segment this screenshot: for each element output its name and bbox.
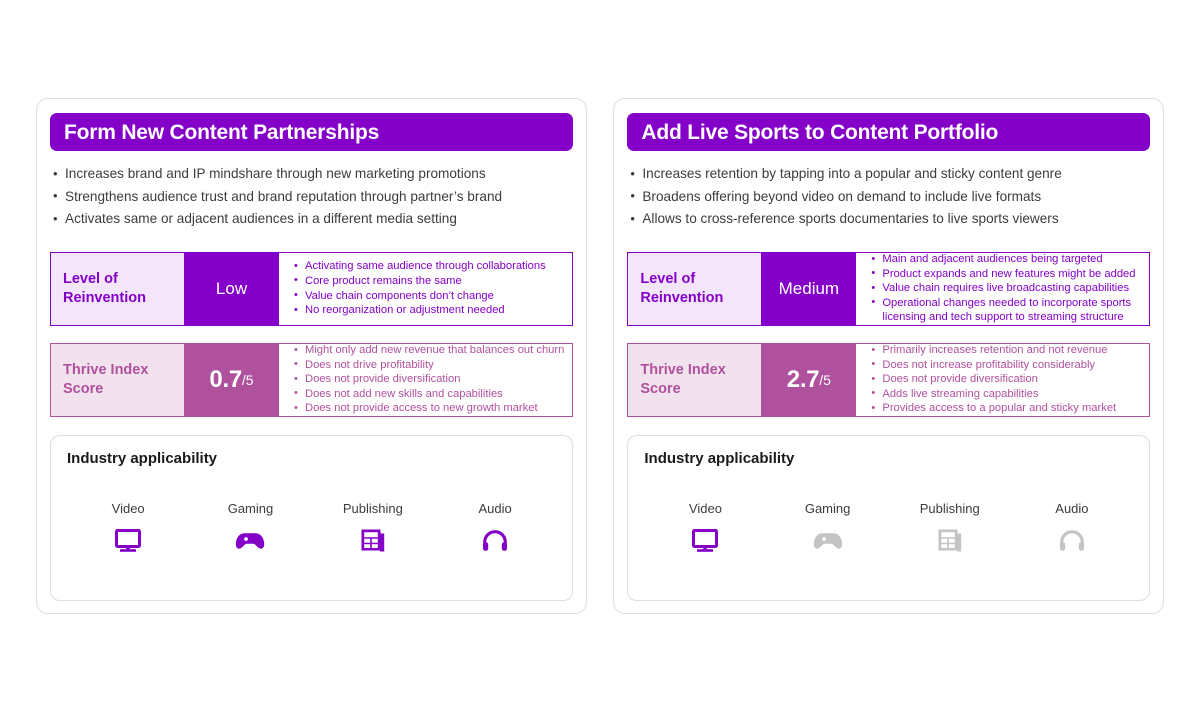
- industry-applicability-panel: Industry applicability Video Gaming Publ…: [627, 434, 1150, 601]
- label-line-1: Thrive Index: [640, 361, 726, 378]
- detail-item: Operational changes needed to incorporat…: [870, 295, 1141, 325]
- level-of-reinvention-value: Medium: [761, 252, 857, 325]
- benefit-item: Activates same or adjacent audiences in …: [53, 208, 574, 231]
- industry-applicability-title: Industry applicability: [644, 449, 795, 467]
- gamepad-icon: [195, 526, 305, 556]
- thrive-index-score-details: Might only add new revenue that balances…: [279, 343, 573, 416]
- industry-item-video[interactable]: Video: [73, 501, 183, 556]
- card-title-bar: Form New Content Partnerships: [50, 113, 574, 151]
- detail-item: Does not provide access to new growth ma…: [293, 401, 564, 416]
- detail-item: Activating same audience through collabo…: [293, 259, 564, 274]
- industry-item-publishing[interactable]: Publishing: [895, 501, 1005, 556]
- detail-item: Does not provide diversification: [293, 372, 564, 387]
- benefit-list: Increases brand and IP mindshare through…: [53, 163, 574, 231]
- detail-item: Value chain components don’t change: [293, 288, 564, 304]
- thrive-index-score-row: Thrive Index Score 2.7/5 Primarily incre…: [627, 342, 1150, 417]
- industry-applicability-panel: Industry applicability Video Gaming Publ…: [50, 434, 574, 601]
- industry-item-gaming[interactable]: Gaming: [195, 501, 305, 556]
- detail-item: Might only add new revenue that balances…: [293, 343, 564, 358]
- detail-item: Primarily increases retention and not re…: [870, 343, 1141, 358]
- industry-icon-grid: Video Gaming Publishing Audio: [67, 501, 556, 556]
- label-line-1: Thrive Index: [63, 361, 149, 378]
- industry-item-label: Audio: [478, 500, 512, 516]
- card-title: Add Live Sports to Content Portfolio: [641, 120, 999, 144]
- headphones-icon: [1017, 526, 1127, 556]
- benefit-list: Increases retention by tapping into a po…: [630, 163, 1151, 231]
- label-line-1: Level of: [640, 270, 696, 287]
- detail-item: Main and adjacent audiences being target…: [870, 252, 1141, 267]
- label-line-2: Score: [63, 380, 104, 397]
- newspaper-icon: [318, 526, 428, 556]
- level-of-reinvention-details: Activating same audience through collabo…: [279, 252, 573, 325]
- industry-item-label: Video: [111, 500, 145, 516]
- detail-item: Provides access to a popular and sticky …: [870, 401, 1141, 416]
- industry-item-label: Video: [688, 500, 722, 516]
- comparison-board: Form New Content Partnerships Increases …: [0, 0, 1200, 720]
- industry-icon-grid: Video Gaming Publishing Audio: [644, 501, 1133, 556]
- benefit-item: Allows to cross-reference sports documen…: [630, 208, 1151, 231]
- label-line-1: Level of: [63, 270, 118, 287]
- industry-item-label: Gaming: [804, 500, 851, 516]
- monitor-icon: [650, 526, 760, 556]
- thrive-index-score-label: Thrive Index Score: [628, 343, 762, 416]
- detail-item: Value chain requires live broadcasting c…: [870, 281, 1141, 296]
- detail-item: No reorganization or adjustment needed: [293, 303, 564, 318]
- detail-item: Adds live streaming capabilities: [870, 386, 1141, 402]
- industry-item-publishing[interactable]: Publishing: [318, 501, 428, 556]
- score-number: 2.7: [786, 365, 820, 393]
- monitor-icon: [73, 526, 183, 556]
- level-of-reinvention-label: Level of Reinvention: [628, 252, 762, 325]
- industry-item-label: Gaming: [227, 500, 274, 516]
- level-of-reinvention-row: Level of Reinvention Low Activating same…: [50, 251, 574, 326]
- level-of-reinvention-details: Main and adjacent audiences being target…: [856, 252, 1149, 325]
- industry-item-label: Audio: [1055, 500, 1089, 516]
- industry-item-audio[interactable]: Audio: [440, 501, 550, 556]
- thrive-index-score-value: 0.7/5: [184, 343, 279, 416]
- level-of-reinvention-label: Level of Reinvention: [51, 252, 184, 325]
- score-number: 0.7: [209, 365, 242, 393]
- industry-item-label: Publishing: [919, 500, 980, 516]
- benefit-item: Broadens offering beyond video on demand…: [630, 185, 1151, 209]
- card-title-bar: Add Live Sports to Content Portfolio: [627, 113, 1150, 151]
- thrive-index-score-details: Primarily increases retention and not re…: [856, 343, 1149, 416]
- score-denominator: /5: [241, 371, 254, 388]
- card-title: Form New Content Partnerships: [64, 120, 380, 144]
- industry-item-audio[interactable]: Audio: [1017, 501, 1127, 556]
- level-of-reinvention-row: Level of Reinvention Medium Main and adj…: [627, 251, 1150, 326]
- industry-item-video[interactable]: Video: [650, 501, 760, 556]
- thrive-index-score-row: Thrive Index Score 0.7/5 Might only add …: [50, 342, 574, 417]
- headphones-icon: [440, 526, 550, 556]
- detail-item: Does not provide diversification: [870, 372, 1141, 387]
- label-line-2: Reinvention: [63, 289, 146, 306]
- detail-item: Does not add new skills and capabilities: [293, 386, 564, 402]
- label-line-2: Score: [640, 380, 681, 397]
- benefit-item: Strengthens audience trust and brand rep…: [53, 185, 574, 209]
- benefit-item: Increases retention by tapping into a po…: [630, 163, 1151, 186]
- level-of-reinvention-value: Low: [184, 252, 279, 325]
- gamepad-icon: [773, 526, 883, 556]
- strategy-card-add-live-sports-to-content-portfolio: Add Live Sports to Content Portfolio Inc…: [613, 98, 1164, 614]
- thrive-index-score-value: 2.7/5: [761, 343, 857, 416]
- thrive-index-score-label: Thrive Index Score: [51, 343, 184, 416]
- benefit-item: Increases brand and IP mindshare through…: [53, 163, 574, 186]
- industry-applicability-title: Industry applicability: [67, 449, 218, 467]
- strategy-card-form-new-content-partnerships: Form New Content Partnerships Increases …: [36, 98, 588, 614]
- label-line-2: Reinvention: [640, 289, 724, 306]
- detail-item: Core product remains the same: [293, 273, 564, 289]
- score-denominator: /5: [819, 371, 831, 388]
- industry-item-label: Publishing: [342, 500, 403, 516]
- newspaper-icon: [895, 526, 1005, 556]
- industry-item-gaming[interactable]: Gaming: [773, 501, 883, 556]
- detail-item: Product expands and new features might b…: [870, 266, 1141, 282]
- detail-item: Does not increase profitability consider…: [870, 357, 1141, 373]
- detail-item: Does not drive profitability: [293, 357, 564, 373]
